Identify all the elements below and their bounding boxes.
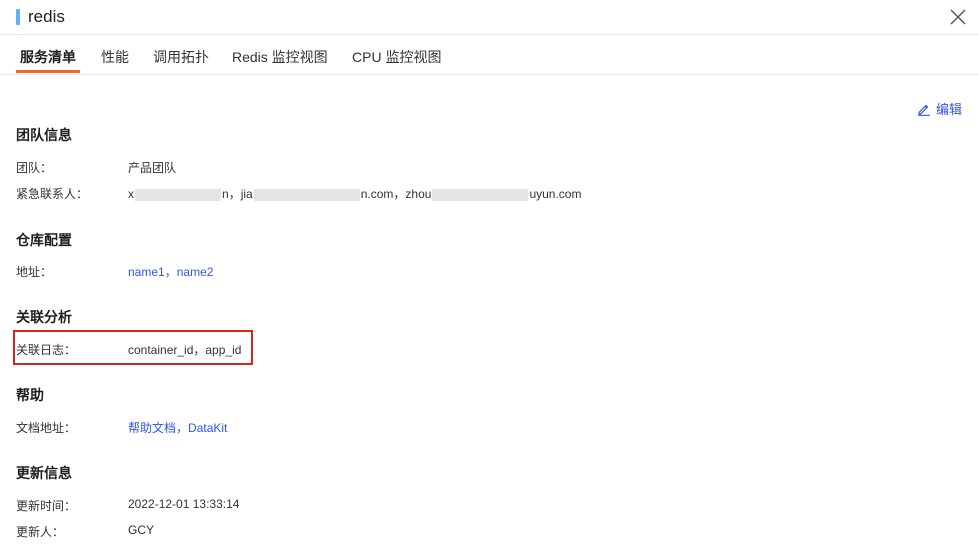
team-value: 产品团队 — [128, 161, 177, 175]
address-label: 地址： — [16, 265, 53, 279]
docs-address-value: 帮助文档，DataKit — [128, 419, 227, 436]
contact-2-prefix: jia — [240, 187, 253, 201]
masked-text — [253, 188, 360, 201]
section-title-team: 团队信息 — [16, 127, 72, 143]
tab-service-list[interactable]: 服务清单 — [20, 47, 76, 67]
tab-cpu-monitor-view[interactable]: CPU 监控视图 — [352, 47, 441, 67]
separator: ， — [176, 421, 189, 435]
address-value: name1，name2 — [128, 263, 213, 280]
masked-text — [432, 188, 529, 201]
update-time-value: 2022-12-01 13:33:14 — [128, 497, 240, 511]
repo-link-name2[interactable]: name2 — [177, 265, 214, 279]
emergency-contact-label: 紧急联系人： — [16, 187, 89, 201]
pencil-icon — [918, 104, 930, 116]
edit-button-label: 编辑 — [936, 102, 963, 117]
updated-by-label: 更新人： — [16, 525, 65, 539]
contact-2-suffix: n.com — [360, 187, 394, 201]
datakit-link[interactable]: DataKit — [188, 421, 227, 435]
section-title-help: 帮助 — [16, 387, 44, 403]
close-button[interactable] — [945, 4, 971, 30]
active-tab-indicator — [16, 70, 80, 73]
contact-1-prefix: x — [128, 187, 134, 201]
repo-link-name1[interactable]: name1 — [128, 265, 165, 279]
tab-bar: 服务清单 性能 调用拓扑 Redis 监控视图 CPU 监控视图 — [0, 35, 979, 75]
separator: ， — [393, 187, 406, 201]
dialog-title: redis — [28, 7, 65, 26]
related-logs-label: 关联日志： — [16, 343, 77, 357]
title-accent-bar — [16, 9, 20, 25]
section-title-repo: 仓库配置 — [16, 232, 72, 248]
updated-by-value: GCY — [128, 523, 155, 537]
tab-call-topology[interactable]: 调用拓扑 — [153, 47, 209, 67]
close-icon — [950, 9, 966, 25]
related-logs-value: container_id，app_id — [128, 343, 242, 357]
tab-redis-monitor-view[interactable]: Redis 监控视图 — [232, 47, 328, 67]
masked-text — [135, 188, 221, 201]
section-title-update: 更新信息 — [16, 465, 72, 481]
contact-3-suffix: uyun.com — [529, 187, 582, 201]
team-label: 团队： — [16, 161, 53, 175]
help-docs-link[interactable]: 帮助文档 — [128, 421, 176, 435]
emergency-contact-value: x n，jia n.com，zhou uyun.com — [128, 185, 581, 202]
contact-3-prefix: zhou — [405, 187, 432, 201]
dialog-header: redis — [0, 0, 979, 35]
contact-1-suffix: n — [222, 187, 229, 201]
separator: ， — [228, 187, 241, 201]
separator: ， — [164, 265, 177, 279]
tab-performance[interactable]: 性能 — [101, 47, 129, 67]
section-title-related: 关联分析 — [16, 309, 72, 325]
edit-button[interactable]: 编辑 — [917, 99, 962, 118]
docs-address-label: 文档地址： — [16, 421, 77, 435]
update-time-label: 更新时间： — [16, 499, 77, 513]
